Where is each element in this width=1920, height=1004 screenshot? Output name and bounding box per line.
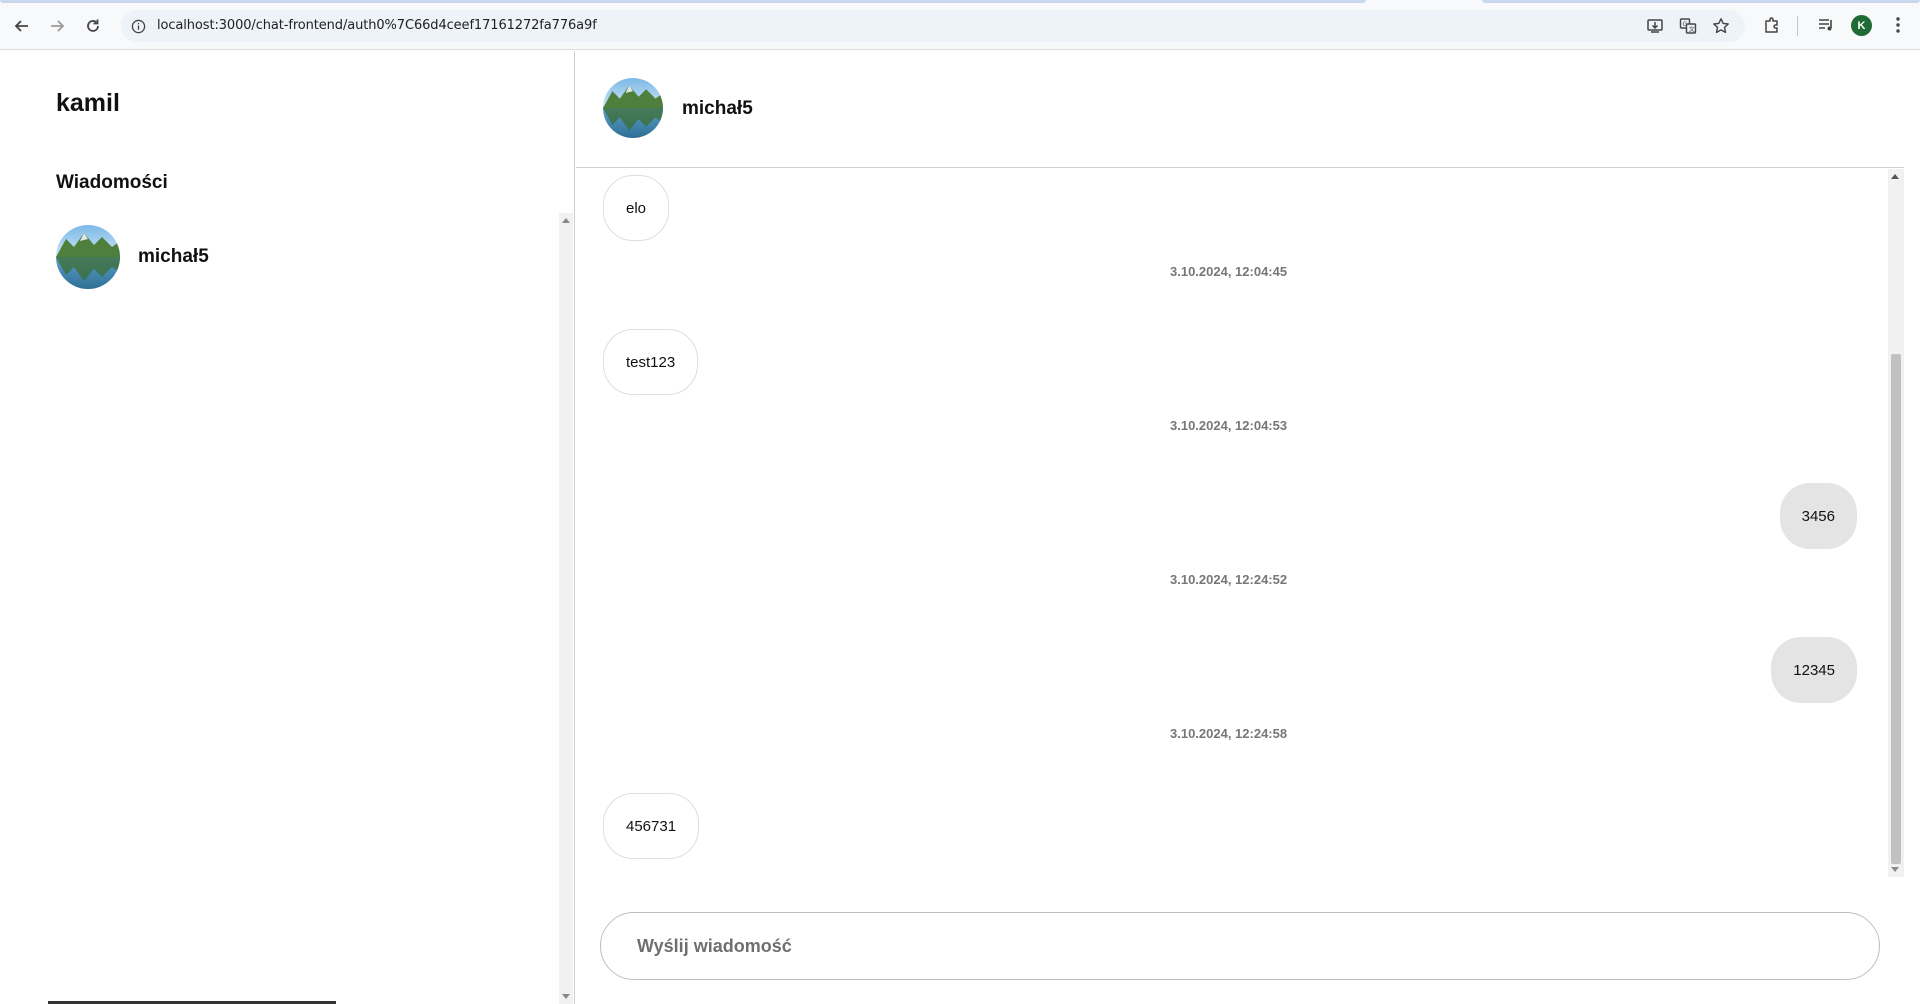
tab-strip-indicator	[1482, 0, 1920, 3]
message-timestamp: 3.10.2024, 12:24:52	[1170, 572, 1288, 587]
install-app-icon[interactable]	[1645, 16, 1665, 36]
forward-icon[interactable]	[44, 13, 70, 39]
back-icon[interactable]	[9, 13, 35, 39]
scroll-up-arrow-icon[interactable]	[1891, 174, 1899, 179]
messages-section-title: Wiadomości	[56, 172, 168, 193]
sidebar-scrollbar[interactable]	[559, 213, 573, 1004]
scroll-up-arrow-icon[interactable]	[562, 218, 570, 223]
translate-icon[interactable]: G文	[1678, 16, 1698, 36]
outgoing-message: 3456	[1779, 483, 1857, 549]
chat-header: michał5	[576, 51, 1904, 168]
message-timestamp: 3.10.2024, 12:24:58	[1170, 726, 1288, 741]
message-input[interactable]	[601, 913, 1879, 979]
incoming-message: 456731	[603, 793, 700, 859]
scroll-down-arrow-icon[interactable]	[1891, 867, 1899, 872]
chat-contact-name: michał5	[682, 98, 753, 119]
address-bar[interactable]: localhost:3000/chat-frontend/auth0%7C66d…	[121, 10, 1745, 42]
media-controls-icon[interactable]	[1814, 13, 1838, 37]
message-input-container[interactable]	[600, 912, 1880, 980]
incoming-message: test123	[603, 329, 699, 395]
chat-scrollbar[interactable]	[1888, 169, 1904, 877]
avatar	[603, 78, 663, 138]
outgoing-message: 12345	[1771, 637, 1857, 703]
bookmark-star-icon[interactable]	[1711, 16, 1731, 36]
reload-icon[interactable]	[80, 13, 106, 39]
menu-icon[interactable]	[1886, 13, 1910, 37]
extensions-icon[interactable]	[1760, 13, 1784, 37]
message-list: elo 3.10.2024, 12:04:45 test123 3.10.202…	[576, 169, 1904, 877]
toolbar-separator	[1797, 16, 1798, 36]
tab-strip-indicator	[0, 0, 1366, 3]
profile-avatar[interactable]: K	[1851, 15, 1872, 36]
avatar	[56, 225, 120, 289]
browser-toolbar: localhost:3000/chat-frontend/auth0%7C66d…	[0, 0, 1920, 50]
message-timestamp: 3.10.2024, 12:04:45	[1170, 264, 1288, 279]
scroll-down-arrow-icon[interactable]	[562, 994, 570, 999]
incoming-message: elo	[603, 175, 670, 241]
svg-text:文: 文	[1689, 26, 1695, 34]
site-info-icon[interactable]	[129, 17, 147, 35]
svg-text:G: G	[1683, 21, 1688, 28]
url-text[interactable]: localhost:3000/chat-frontend/auth0%7C66d…	[157, 18, 597, 33]
scrollbar-thumb[interactable]	[1891, 354, 1901, 864]
contact-name: michał5	[138, 246, 209, 267]
conversations-sidebar: kamil Wiadomości michał5	[0, 51, 575, 1004]
current-username: kamil	[56, 89, 120, 117]
chat-panel: michał5 elo 3.10.2024, 12:04:45 test123 …	[576, 51, 1920, 1004]
message-timestamp: 3.10.2024, 12:04:53	[1170, 418, 1288, 433]
contact-list-item[interactable]: michał5	[56, 225, 209, 289]
